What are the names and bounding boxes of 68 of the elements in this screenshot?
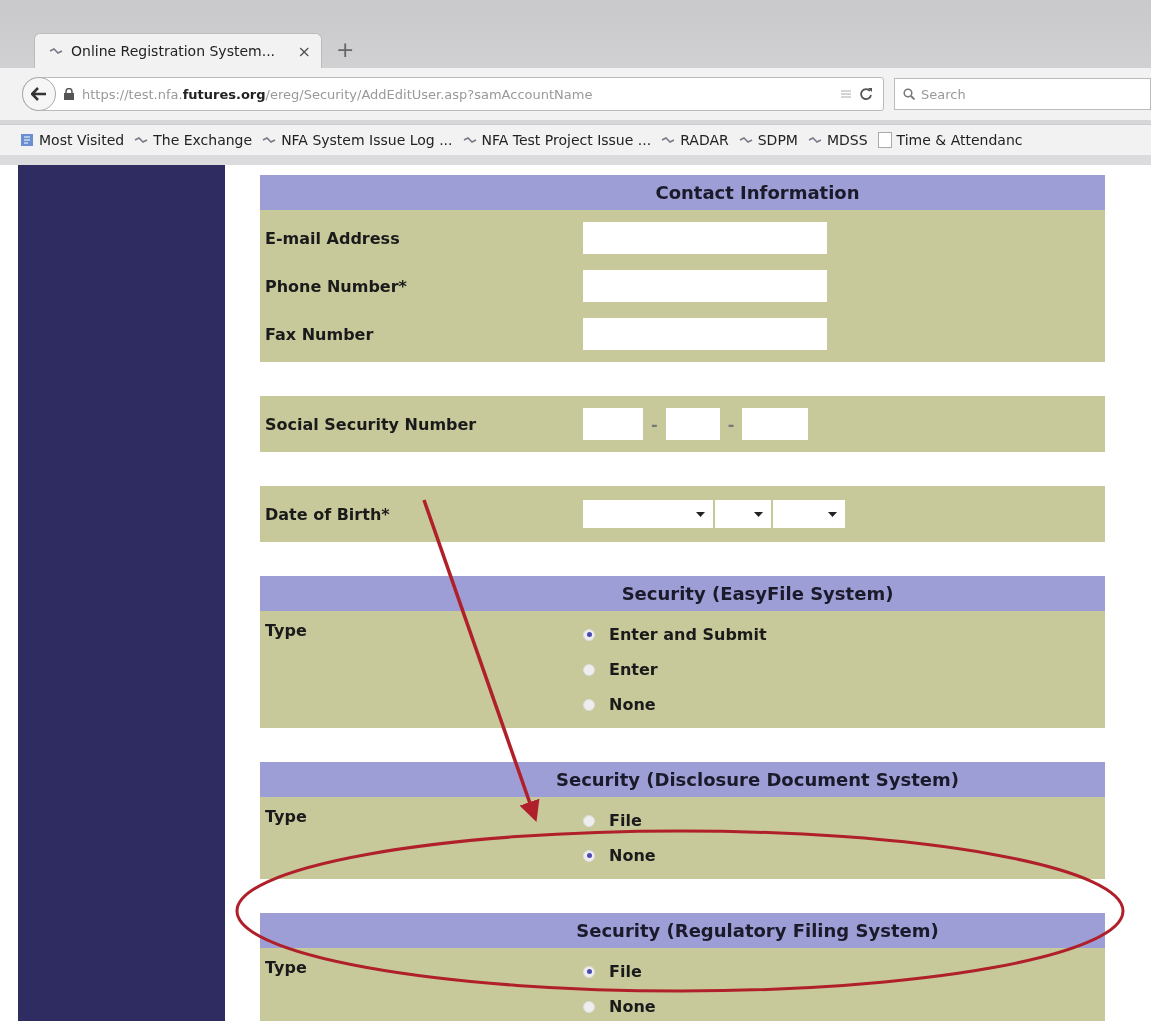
caret-icon <box>696 511 705 517</box>
lock-icon <box>64 88 74 100</box>
option-label: File <box>609 962 642 981</box>
option-label: None <box>609 846 656 865</box>
dropdown[interactable] <box>715 500 771 528</box>
bookmark[interactable]: SDPM <box>738 132 798 148</box>
bookmark[interactable]: Most Visited <box>20 132 125 148</box>
site-icon <box>807 136 822 144</box>
field-label: Fax Number <box>264 324 375 344</box>
field-label: Type <box>264 806 308 828</box>
section-header: Security (Disclosure Document System) <box>260 762 1105 797</box>
option-label: None <box>609 695 656 714</box>
radio-button[interactable] <box>583 849 595 862</box>
bookmark[interactable]: Time & Attendanc <box>877 132 1023 148</box>
radio-button[interactable] <box>583 1000 595 1013</box>
section-header: Security (EasyFile System) <box>260 576 1105 611</box>
bookmark[interactable]: The Exchange <box>134 132 253 148</box>
option-label: Enter <box>609 660 658 679</box>
radio-button[interactable] <box>583 663 595 676</box>
site-icon <box>134 136 149 144</box>
caret-icon <box>828 511 837 517</box>
separator: - <box>651 414 658 434</box>
field-label: Phone Number* <box>264 276 408 296</box>
caret-icon <box>754 511 763 517</box>
browser-tab[interactable]: Online Registration System... × <box>34 33 322 68</box>
site-icon <box>738 136 753 144</box>
dropdown[interactable] <box>583 500 713 528</box>
bookmark[interactable]: RADAR <box>661 132 729 148</box>
radio-button[interactable] <box>583 698 595 711</box>
text-field[interactable] <box>583 318 827 350</box>
separator: - <box>727 414 735 434</box>
field-label: Date of Birth* <box>264 504 391 524</box>
radio-button[interactable] <box>583 965 595 978</box>
address-bar[interactable]: https://test.nfa.futures.org/ereg/Security/AddEditUser.asp?samAccountName <box>22 77 884 111</box>
site-icon <box>49 47 63 55</box>
field-label: E-mail Address <box>264 228 401 248</box>
site-icon <box>661 136 676 144</box>
text-field[interactable] <box>583 222 827 254</box>
reader-icon[interactable] <box>841 90 851 98</box>
option-label: Enter and Submit <box>609 625 767 644</box>
radio-button[interactable] <box>583 628 595 641</box>
site-icon <box>462 136 477 144</box>
text-field[interactable] <box>583 270 827 302</box>
site-icon <box>262 136 277 144</box>
bookmark[interactable]: NFA System Issue Log ... <box>262 132 453 148</box>
bookmark[interactable]: MDSS <box>807 132 868 148</box>
search-icon <box>903 88 915 100</box>
back-button[interactable] <box>22 77 56 111</box>
back-arrow-icon <box>31 87 47 101</box>
ssn-field[interactable] <box>583 408 643 440</box>
ssn-field[interactable] <box>665 408 720 440</box>
option-label: None <box>609 997 656 1016</box>
page-icon <box>877 132 892 148</box>
reload-icon[interactable] <box>859 87 873 101</box>
close-tab-button[interactable]: × <box>297 41 311 61</box>
section-header: Contact Information <box>260 175 1105 210</box>
option-label: File <box>609 811 642 830</box>
bookmarks-icon <box>20 133 34 147</box>
dropdown[interactable] <box>773 500 845 528</box>
radio-button[interactable] <box>583 814 595 827</box>
bookmark[interactable]: NFA Test Project Issue ... <box>462 132 652 148</box>
ssn-field[interactable] <box>742 408 809 440</box>
field-label: Type <box>264 957 308 979</box>
field-label: Type <box>264 620 308 642</box>
url-text: https://test.nfa.futures.org/ereg/Security/AddEditUser.asp?samAccountName <box>82 86 594 102</box>
new-tab-button[interactable]: + <box>336 37 355 62</box>
section-header: Security (Regulatory Filing System) <box>260 913 1105 948</box>
field-label: Social Security Number <box>264 414 478 434</box>
